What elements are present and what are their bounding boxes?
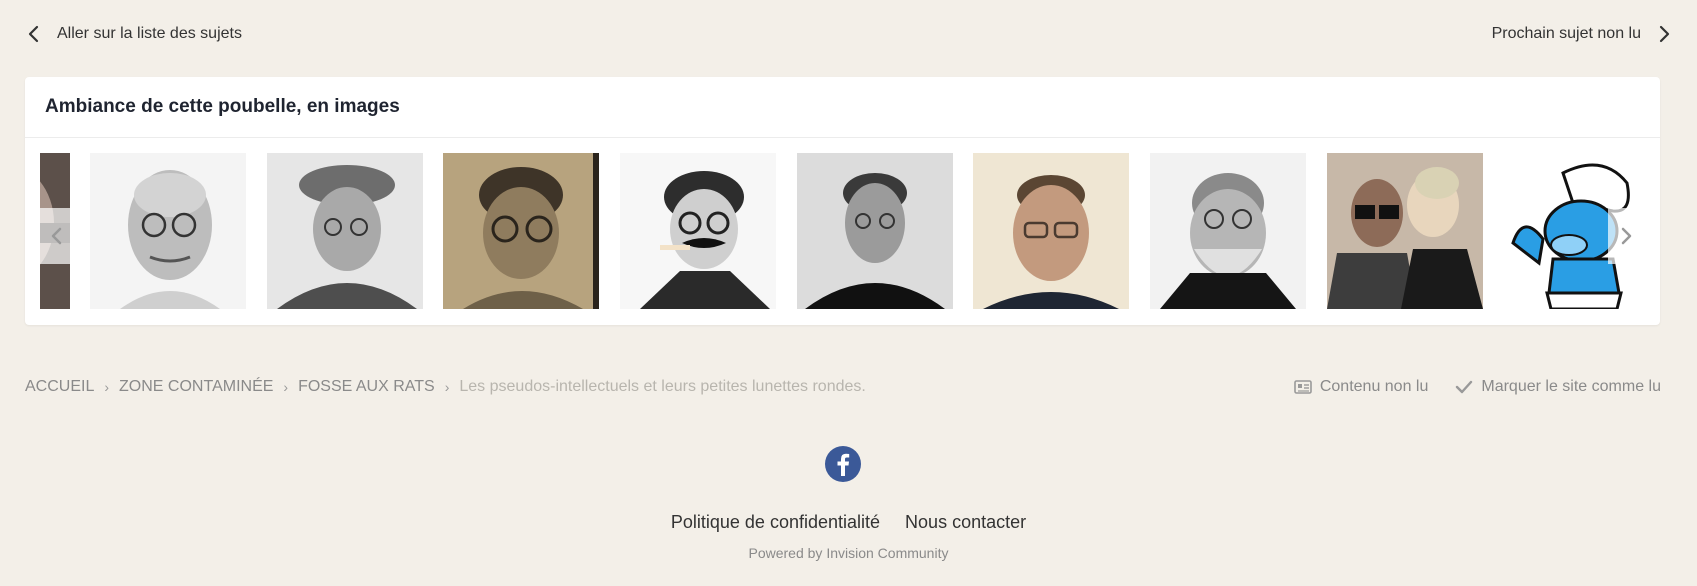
- chevron-left-icon: [51, 227, 62, 245]
- breadcrumb-zone-contaminee[interactable]: Zone contaminée: [119, 378, 273, 396]
- chevron-right-icon: [1621, 227, 1632, 245]
- gallery-thumbnail[interactable]: [1327, 153, 1483, 309]
- back-to-topic-list-label: Aller sur la liste des sujets: [57, 25, 242, 42]
- next-unread-topic-label: Prochain sujet non lu: [1491, 25, 1641, 42]
- carousel-next-button[interactable]: [1608, 208, 1644, 264]
- back-to-topic-list-link[interactable]: Aller sur la liste des sujets: [25, 14, 242, 54]
- newspaper-icon: [1294, 380, 1312, 394]
- unread-content-label: Contenu non lu: [1319, 378, 1429, 395]
- chevron-right-icon: [1655, 25, 1673, 43]
- image-gallery-widget: Ambiance de cette poubelle, en images: [25, 77, 1660, 325]
- breadcrumb-home[interactable]: Accueil: [25, 378, 94, 396]
- footer-links: Politique de confidentialité Nous contac…: [0, 512, 1697, 533]
- gallery-thumbnail[interactable]: [620, 153, 776, 309]
- mark-site-read-link[interactable]: Marquer le site comme lu: [1455, 378, 1661, 396]
- breadcrumb: Accueil › Zone contaminée › Fosse aux ra…: [25, 378, 866, 396]
- chevron-left-icon: [25, 25, 43, 43]
- privacy-policy-link[interactable]: Politique de confidentialité: [671, 512, 880, 532]
- breadcrumb-fosse-aux-rats[interactable]: Fosse aux rats: [298, 378, 435, 396]
- gallery-carousel[interactable]: [40, 153, 1645, 311]
- gallery-thumbnail[interactable]: [443, 153, 599, 309]
- photo-portrait-sepia-glasses-icon: [443, 153, 599, 309]
- breadcrumb-separator-icon: ›: [104, 379, 110, 395]
- breadcrumb-separator-icon: ›: [283, 379, 289, 395]
- gallery-thumbnail[interactable]: [797, 153, 953, 309]
- photo-portrait-cap-icon: [267, 153, 423, 309]
- breadcrumb-current-topic: Les pseudos-intellectuels et leurs petit…: [459, 378, 866, 395]
- powered-by-text[interactable]: Powered by Invision Community: [0, 545, 1697, 561]
- photo-portrait-color-glasses-icon: [973, 153, 1129, 309]
- gallery-thumbnail[interactable]: [267, 153, 423, 309]
- gallery-thumbnail[interactable]: [1150, 153, 1306, 309]
- gallery-title: Ambiance de cette poubelle, en images: [25, 77, 1660, 138]
- photo-portrait-turtleneck-icon: [797, 153, 953, 309]
- site-actions: Contenu non lu Marquer le site comme lu: [1294, 378, 1661, 396]
- facebook-icon: [825, 446, 861, 482]
- photo-portrait-bearded-icon: [1150, 153, 1306, 309]
- carousel-prev-button[interactable]: [39, 208, 75, 264]
- contact-us-link[interactable]: Nous contacter: [905, 512, 1026, 532]
- photo-portrait-mustache-glasses-icon: [620, 153, 776, 309]
- photo-portrait-round-glasses-icon: [90, 153, 246, 309]
- breadcrumb-bar: Accueil › Zone contaminée › Fosse aux ra…: [25, 378, 1661, 402]
- gallery-thumbnail[interactable]: [973, 153, 1129, 309]
- next-unread-topic-link[interactable]: Prochain sujet non lu: [1492, 14, 1673, 54]
- topic-navigation: Aller sur la liste des sujets Prochain s…: [25, 14, 1673, 54]
- breadcrumb-separator-icon: ›: [444, 379, 450, 395]
- mark-site-read-label: Marquer le site comme lu: [1481, 378, 1661, 395]
- photo-couple-glasses-icon: [1327, 153, 1483, 309]
- checkmark-icon: [1455, 380, 1473, 394]
- gallery-thumbnail[interactable]: [90, 153, 246, 309]
- facebook-link[interactable]: [825, 446, 861, 482]
- unread-content-link[interactable]: Contenu non lu: [1294, 378, 1429, 396]
